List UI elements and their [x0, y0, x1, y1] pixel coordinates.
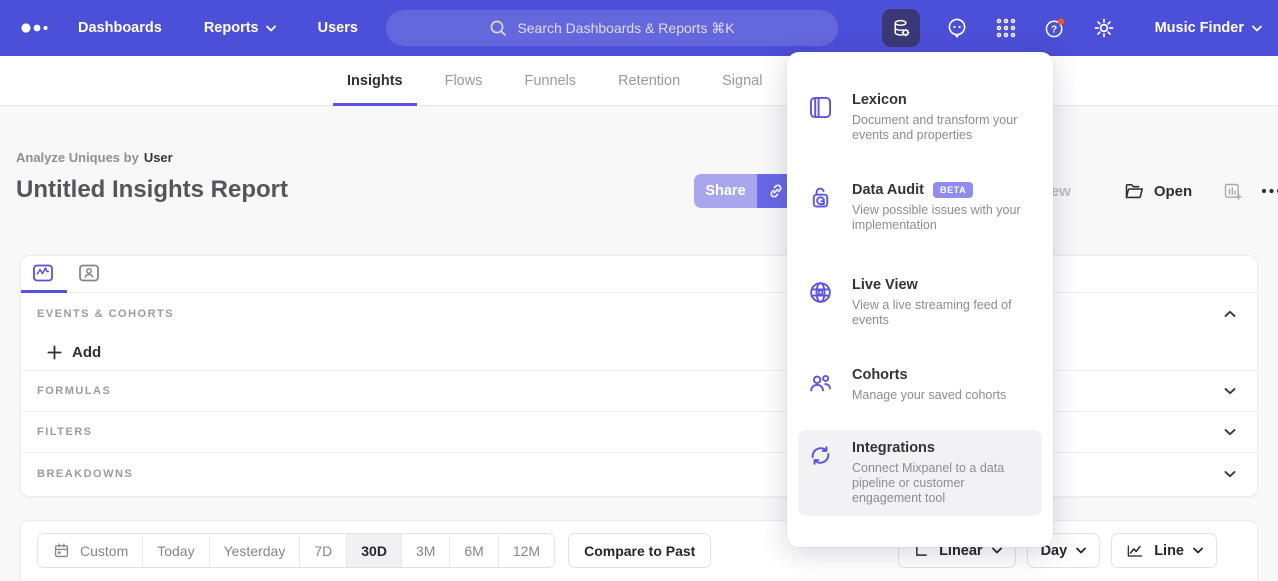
lexicon-icon — [807, 94, 834, 121]
integrations-icon — [807, 442, 834, 469]
tab-funnels[interactable]: Funnels — [510, 56, 590, 106]
range-30d[interactable]: 30D — [346, 534, 401, 567]
mixpanel-logo-icon[interactable] — [20, 18, 54, 38]
menu-item-description: Document and transform your events and p… — [852, 113, 1024, 143]
range-today[interactable]: Today — [142, 534, 208, 567]
menu-item-title: Live View — [852, 277, 918, 293]
folder-icon — [1123, 180, 1145, 202]
more-options-button[interactable] — [1260, 186, 1278, 196]
menu-item-data-audit[interactable]: Data Audit BETA View possible issues wit… — [798, 172, 1042, 243]
active-tab-indicator — [21, 290, 67, 293]
range-yesterday[interactable]: Yesterday — [209, 534, 300, 567]
help-icon[interactable]: ? — [1043, 16, 1067, 40]
chevron-down-icon — [992, 547, 1002, 554]
tab-insights[interactable]: Insights — [333, 56, 417, 106]
tab-signal[interactable]: Signal — [708, 56, 776, 106]
chevron-down-icon — [266, 25, 276, 32]
data-management-dropdown-menu: Lexicon Document and transform your even… — [787, 52, 1053, 547]
global-search-input[interactable]: Search Dashboards & Reports ⌘K — [386, 10, 838, 46]
tab-retention[interactable]: Retention — [604, 56, 694, 106]
cohorts-icon — [807, 369, 834, 396]
menu-item-description: View possible issues with your implement… — [852, 203, 1024, 233]
link-icon — [766, 181, 786, 201]
events-tab-chart-icon[interactable] — [31, 261, 55, 285]
range-3m[interactable]: 3M — [401, 534, 449, 567]
date-range-bar: Custom Today Yesterday 7D 30D 3M 6M 12M … — [37, 533, 711, 568]
range-7d[interactable]: 7D — [299, 534, 346, 567]
analysis-entity[interactable]: User — [144, 150, 173, 165]
report-subtitle: Analyze Uniques byUser — [16, 150, 173, 165]
menu-item-title: Integrations — [852, 440, 935, 456]
chevron-down-icon — [1193, 547, 1203, 554]
menu-item-integrations[interactable]: Integrations Connect Mixpanel to a data … — [798, 430, 1042, 516]
settings-gear-icon[interactable] — [1092, 16, 1116, 40]
live-view-icon — [807, 279, 834, 306]
share-split-button: Share — [694, 174, 794, 208]
report-header-actions: New Open — [1040, 174, 1278, 208]
nav-users[interactable]: Users — [318, 20, 358, 36]
menu-item-title: Cohorts — [852, 367, 908, 383]
section-filters[interactable]: FILTERS — [21, 412, 1257, 453]
search-icon — [489, 19, 507, 37]
section-formulas[interactable]: FORMULAS — [21, 371, 1257, 412]
add-event-button[interactable]: Add — [47, 344, 101, 361]
nav-dashboards[interactable]: Dashboards — [78, 20, 162, 36]
top-navigation-bar: Dashboards Reports Users Search Dashboar… — [0, 0, 1278, 56]
chart-type-dropdown[interactable]: Line — [1111, 533, 1217, 568]
svg-text:?: ? — [1051, 25, 1057, 36]
report-type-tabbar: Insights Flows Funnels Retention Signal … — [0, 56, 1278, 106]
chevron-down-icon[interactable] — [1224, 428, 1236, 436]
section-breakdowns[interactable]: BREAKDOWNS — [21, 453, 1257, 494]
primary-nav: Dashboards Reports Users — [78, 20, 358, 36]
add-to-dashboard-icon[interactable] — [1222, 181, 1243, 202]
data-audit-icon — [807, 184, 834, 211]
date-range-segmented-control: Custom Today Yesterday 7D 30D 3M 6M 12M — [37, 533, 555, 568]
menu-item-description: View a live streaming feed of events — [852, 298, 1024, 328]
menu-item-cohorts[interactable]: Cohorts Manage your saved cohorts — [798, 357, 1042, 413]
nav-reports[interactable]: Reports — [204, 20, 276, 36]
plus-icon — [47, 345, 62, 360]
chevron-up-icon[interactable] — [1224, 310, 1236, 318]
search-placeholder: Search Dashboards & Reports ⌘K — [517, 20, 734, 37]
feedback-icon[interactable] — [945, 16, 969, 40]
menu-item-lexicon[interactable]: Lexicon Document and transform your even… — [798, 82, 1042, 153]
open-report-button[interactable]: Open — [1123, 180, 1192, 202]
project-switcher[interactable]: Music Finder — [1155, 20, 1262, 36]
share-button[interactable]: Share — [694, 174, 757, 208]
apps-grid-icon[interactable] — [994, 16, 1018, 40]
section-events-cohorts[interactable]: EVENTS & COHORTS — [21, 293, 1257, 335]
menu-item-description: Manage your saved cohorts — [852, 388, 1006, 403]
menu-item-title: Data Audit — [852, 182, 924, 198]
report-tabs: Insights Flows Funnels Retention Signal … — [333, 56, 862, 106]
data-management-icon[interactable] — [882, 9, 920, 47]
menu-item-live-view[interactable]: Live View View a live streaming feed of … — [798, 267, 1042, 338]
line-chart-icon — [1125, 541, 1145, 561]
compare-to-past-button[interactable]: Compare to Past — [568, 533, 711, 568]
beta-badge: BETA — [933, 182, 973, 198]
range-12m[interactable]: 12M — [498, 534, 554, 567]
topbar-right-cluster: ? Music Finder — [882, 0, 1262, 56]
chevron-down-icon[interactable] — [1224, 470, 1236, 478]
chart-controls-panel: Custom Today Yesterday 7D 30D 3M 6M 12M … — [20, 520, 1258, 581]
range-6m[interactable]: 6M — [449, 534, 497, 567]
calendar-icon — [52, 541, 71, 560]
menu-item-description: Connect Mixpanel to a data pipeline or c… — [852, 461, 1024, 506]
query-panel-tabs — [21, 256, 1257, 293]
chevron-down-icon[interactable] — [1224, 387, 1236, 395]
profiles-tab-person-icon[interactable] — [77, 261, 101, 285]
events-add-row: Add — [21, 335, 1257, 371]
chevron-down-icon — [1076, 547, 1086, 554]
tab-flows[interactable]: Flows — [431, 56, 497, 106]
range-custom[interactable]: Custom — [38, 534, 142, 567]
query-builder-panel: EVENTS & COHORTS Add FORMULAS FILTERS BR… — [20, 255, 1258, 497]
menu-item-title: Lexicon — [852, 92, 907, 108]
report-title[interactable]: Untitled Insights Report — [16, 176, 288, 204]
chevron-down-icon — [1252, 25, 1262, 32]
